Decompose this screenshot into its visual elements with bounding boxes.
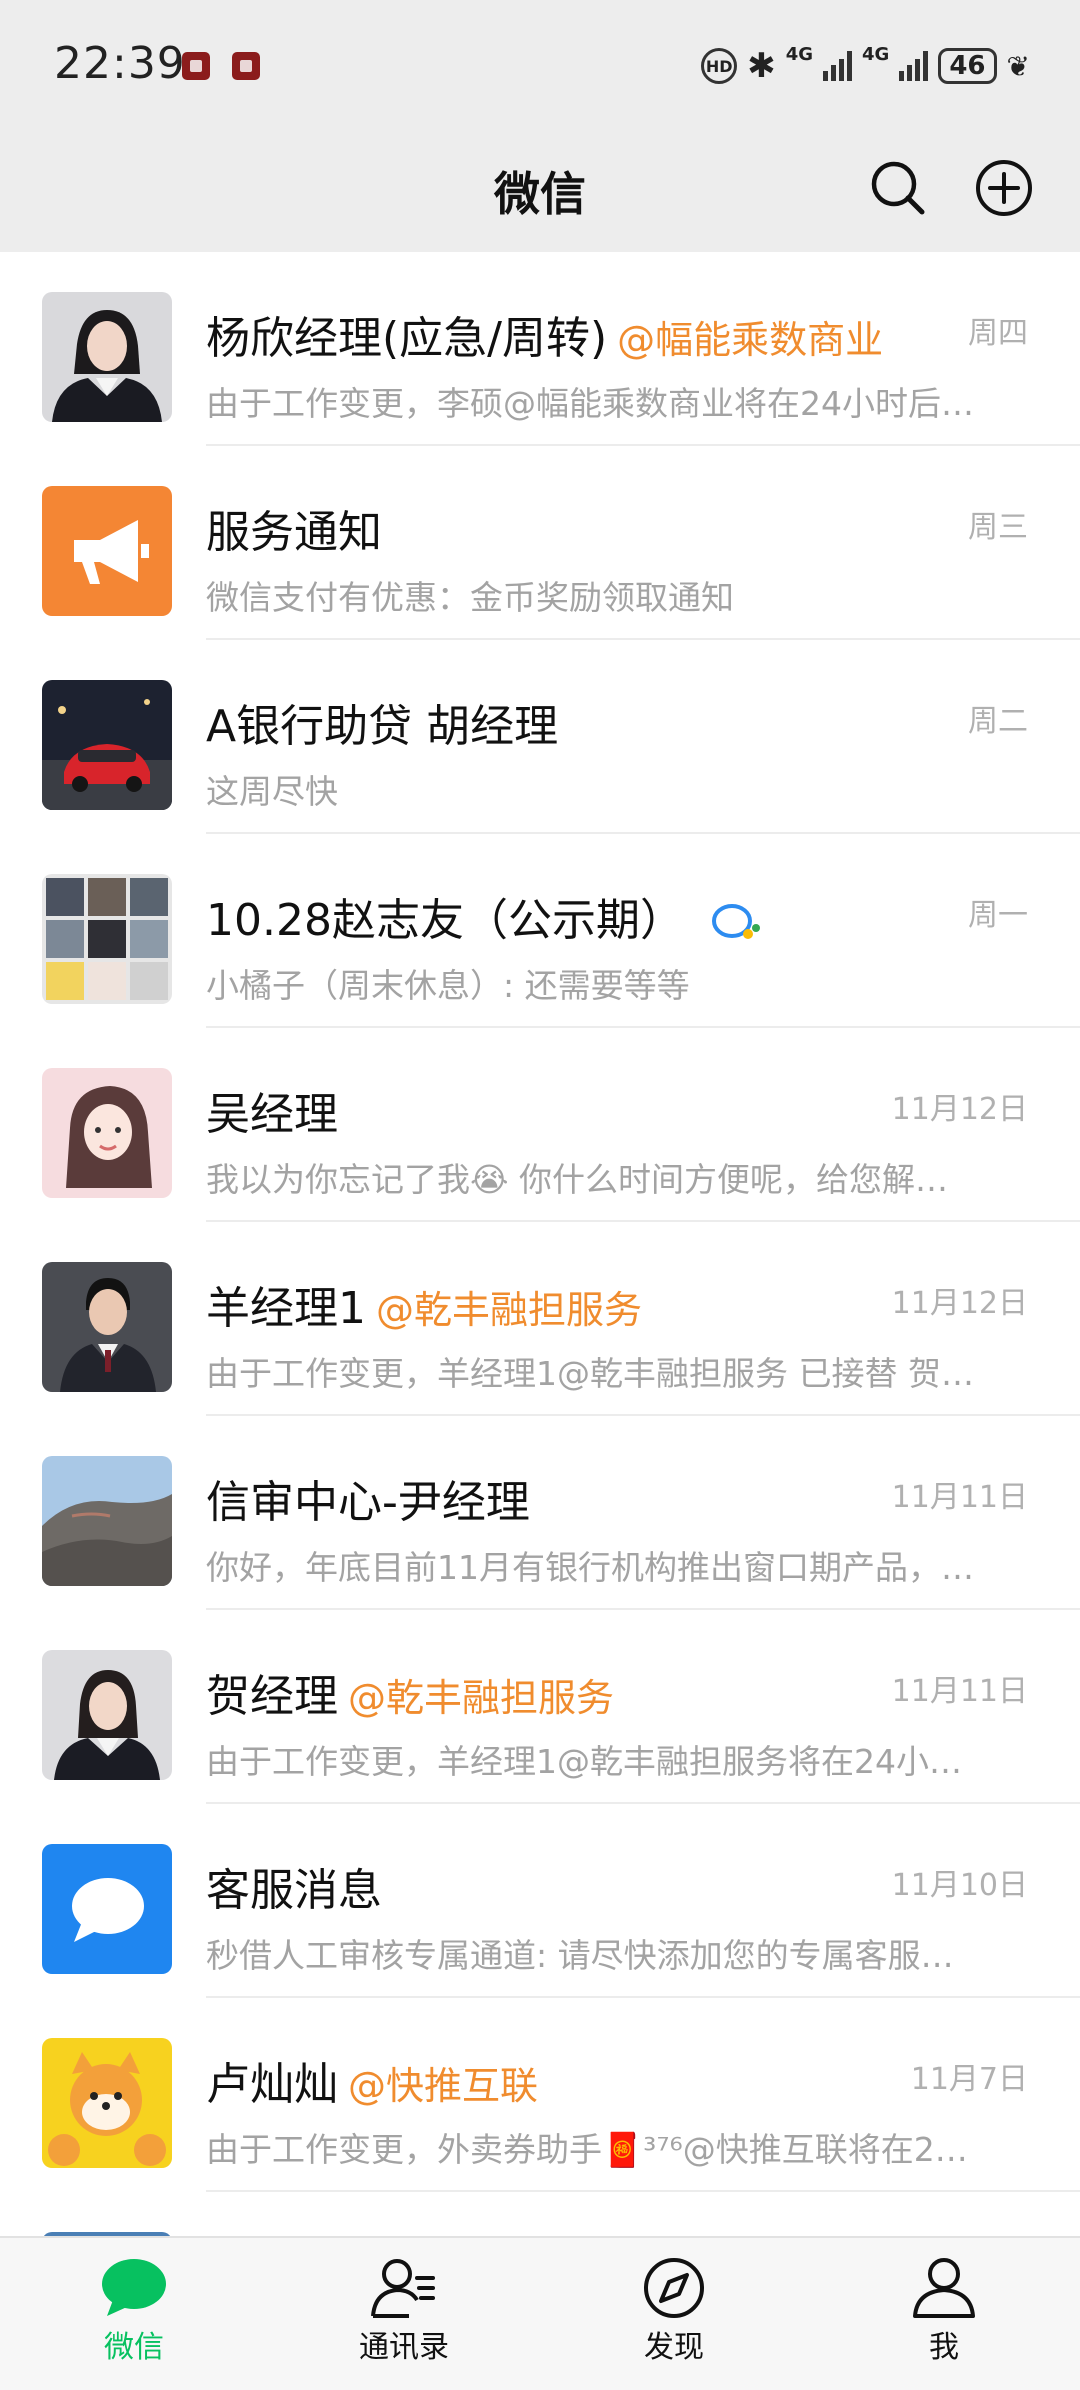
chat-time: 11月12日 xyxy=(891,1092,1028,1127)
chat-preview: 由于工作变更，外卖券助手🧧³⁷⁶@快推互联将在2… xyxy=(206,2130,968,2169)
tab-contacts[interactable]: 通讯录 xyxy=(304,2256,504,2366)
chat-time: 周一 xyxy=(968,898,1028,933)
avatar xyxy=(42,680,172,810)
chat-name: 卢灿灿 xyxy=(206,2059,338,2110)
chat-preview: 微信支付有优惠：金币奖励领取通知 xyxy=(206,578,734,617)
search-icon[interactable] xyxy=(868,158,928,218)
chat-time: 11月10日 xyxy=(891,1868,1028,1903)
wecom-icon xyxy=(711,904,760,939)
tab-label: 发现 xyxy=(644,2330,704,2365)
chat-time: 周三 xyxy=(968,510,1028,545)
chat-preview: 由于工作变更，李硕@幅能乘数商业将在24小时后… xyxy=(206,384,974,423)
chat-time: 11月11日 xyxy=(891,1674,1028,1709)
tab-me[interactable]: 我 xyxy=(844,2256,1044,2366)
chat-bubble-icon xyxy=(42,1844,172,1974)
chat-preview: 由于工作变更，羊经理1@乾丰融担服务 已接替 贺… xyxy=(206,1354,974,1393)
chat-item[interactable]: 杨欣经理(应急/周转) @幅能乘数商业 周四 由于工作变更，李硕@幅能乘数商业将在… xyxy=(0,252,1080,446)
tab-weixin[interactable]: 微信 xyxy=(34,2256,234,2366)
avatar xyxy=(42,2038,172,2168)
chat-item[interactable]: 贺经理 @乾丰融担服务 11月11日 由于工作变更，羊经理1@乾丰融担服务将在24… xyxy=(0,1610,1080,1804)
chat-name: 信审中心-尹经理 xyxy=(206,1477,530,1528)
chat-name: A银行助贷 胡经理 xyxy=(206,701,559,752)
network-type-1: 4G xyxy=(785,43,814,65)
hd-voice-icon: HD xyxy=(701,48,738,84)
chat-name: 贺经理 xyxy=(206,1671,338,1722)
notification-icon xyxy=(182,52,210,80)
avatar xyxy=(42,1456,172,1586)
leaf-icon: ❦ xyxy=(1006,49,1030,83)
avatar xyxy=(42,1262,172,1392)
chat-name: 杨欣经理(应急/周转) xyxy=(206,313,608,364)
notification-icon xyxy=(232,52,260,80)
group-avatar xyxy=(42,874,172,1004)
chat-tag: @快推互联 xyxy=(348,2064,539,2108)
tab-discover[interactable]: 发现 xyxy=(574,2256,774,2366)
chat-item[interactable]: 卢灿灿 @快推互联 11月7日 由于工作变更，外卖券助手🧧³⁷⁶@快推互联将在2… xyxy=(0,1998,1080,2192)
avatar xyxy=(42,1068,172,1198)
signal-icon xyxy=(899,51,929,81)
app-header: 微信 xyxy=(0,130,1080,252)
chat-item[interactable]: A银行助贷 胡经理 周二 这周尽快 xyxy=(0,640,1080,834)
megaphone-icon xyxy=(42,486,172,616)
chat-icon xyxy=(102,2259,166,2316)
bottom-nav: 微信 通讯录 发现 我 xyxy=(0,2236,1080,2390)
chat-time: 11月12日 xyxy=(891,1286,1028,1321)
person-icon xyxy=(913,2258,975,2318)
chat-tag: @幅能乘数商业 xyxy=(617,318,884,362)
chat-preview: 小橘子（周末休息）: 还需要等等 xyxy=(206,966,690,1005)
tab-label: 通讯录 xyxy=(359,2330,449,2365)
tab-label: 我 xyxy=(929,2330,959,2365)
chat-preview: 我以为你忘记了我😭 你什么时间方便呢，给您解… xyxy=(206,1160,949,1199)
chat-name: 羊经理1 xyxy=(206,1283,366,1334)
chat-item[interactable]: 羊经理1 @乾丰融担服务 11月12日 由于工作变更，羊经理1@乾丰融担服务 已接… xyxy=(0,1222,1080,1416)
chat-time: 11月11日 xyxy=(891,1480,1028,1515)
signal-icon xyxy=(823,51,853,81)
chat-list[interactable]: 杨欣经理(应急/周转) @幅能乘数商业 周四 由于工作变更，李硕@幅能乘数商业将在… xyxy=(0,252,1080,2236)
chat-name: 10.28赵志友（公示期） xyxy=(206,895,684,946)
avatar xyxy=(42,292,172,422)
status-time: 22:39 xyxy=(54,38,186,89)
battery-icon: 46 xyxy=(938,48,997,84)
chat-time: 周四 xyxy=(968,316,1028,351)
compass-icon xyxy=(644,2258,704,2318)
tab-label: 微信 xyxy=(104,2330,164,2365)
battery-level: 46 xyxy=(949,51,986,81)
chat-preview: 你好，年底目前11月有银行机构推出窗口期产品，… xyxy=(206,1548,974,1587)
chat-item[interactable]: 服务通知 周三 微信支付有优惠：金币奖励领取通知 xyxy=(0,446,1080,640)
chat-item[interactable]: 信审中心-尹经理 11月11日 你好，年底目前11月有银行机构推出窗口期产品，… xyxy=(0,1416,1080,1610)
chat-time: 周二 xyxy=(968,704,1028,739)
status-bar: 22:39 HD ✱ 4G 4G 46 ❦ xyxy=(0,0,1080,130)
chat-name: 服务通知 xyxy=(206,507,382,558)
chat-item[interactable] xyxy=(0,2192,1080,2236)
chat-name: 吴经理 xyxy=(206,1089,338,1140)
chat-tag: @乾丰融担服务 xyxy=(348,1676,615,1720)
chat-tag: @乾丰融担服务 xyxy=(376,1288,643,1332)
network-type-2: 4G xyxy=(862,43,890,65)
avatar xyxy=(42,1650,172,1780)
chat-preview: 由于工作变更，羊经理1@乾丰融担服务将在24小… xyxy=(206,1742,962,1781)
bluetooth-icon: ✱ xyxy=(747,46,776,86)
chat-item[interactable]: 客服消息 11月10日 秒借人工审核专属通道: 请尽快添加您的专属客服… xyxy=(0,1804,1080,1998)
chat-name: 客服消息 xyxy=(206,1865,382,1916)
chat-time: 11月7日 xyxy=(910,2062,1028,2097)
status-icons: HD ✱ 4G 4G 46 ❦ xyxy=(701,44,1030,88)
chat-preview: 秒借人工审核专属通道: 请尽快添加您的专属客服… xyxy=(206,1936,954,1975)
add-circle-icon[interactable] xyxy=(974,158,1034,218)
chat-item[interactable]: 10.28赵志友（公示期） 周一 小橘子（周末休息）: 还需要等等 xyxy=(0,834,1080,1028)
chat-preview: 这周尽快 xyxy=(206,772,338,811)
chat-item[interactable]: 吴经理 11月12日 我以为你忘记了我😭 你什么时间方便呢，给您解… xyxy=(0,1028,1080,1222)
contacts-icon xyxy=(371,2259,435,2318)
